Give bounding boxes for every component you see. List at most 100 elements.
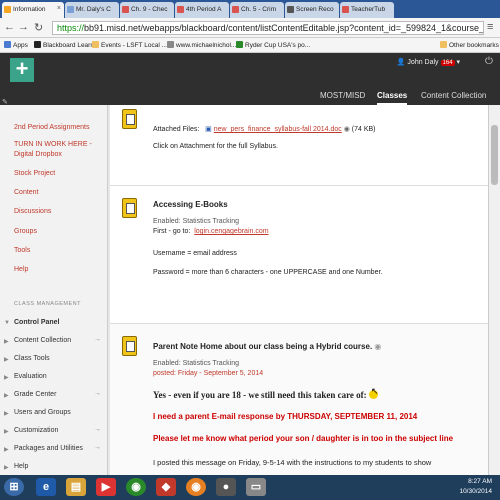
mouse-cursor-icon: ↖ (371, 386, 379, 396)
window-icon[interactable]: ▭ (246, 478, 266, 496)
item-description: Click on Attachment for the full Syllabu… (153, 143, 278, 150)
chevron-right-icon: ▶ (4, 465, 9, 471)
bookmark-item[interactable]: Events - LSFT Local ... (92, 41, 167, 49)
user-menu[interactable]: 👤 John Daly 164 ▾ (397, 58, 460, 66)
media-player-icon[interactable]: ▶ (96, 478, 116, 496)
apps-grid-icon (4, 41, 11, 48)
panel-item-users-groups[interactable]: Users and Groups (14, 409, 71, 416)
screen-recorder-icon[interactable]: ● (216, 478, 236, 496)
tab-favicon-icon (232, 6, 239, 13)
browser-tab[interactable]: TeacherTub (340, 2, 394, 18)
notification-badge: 164 (440, 60, 455, 66)
browser-tab[interactable]: 4th Period A (175, 2, 229, 18)
cengage-link[interactable]: login.cengagebrain.com (194, 228, 268, 235)
item-meta: Enabled: Statistics Tracking (153, 360, 239, 367)
reload-icon[interactable]: ↻ (34, 21, 43, 34)
tab-favicon-icon (122, 6, 129, 13)
attached-files-row: Attached Files: ▣ new_pers_finance_sylla… (153, 125, 376, 133)
item-title[interactable]: Parent Note Home about our class being a… (153, 342, 372, 351)
add-icon[interactable]: + (10, 58, 34, 82)
clock-time: 8:27 AM (468, 478, 492, 485)
forward-arrow-icon[interactable]: → (18, 21, 29, 33)
tab-favicon-icon (177, 6, 184, 13)
tab-label: Screen Reco (296, 6, 334, 13)
section-heading: CLASS MANAGEMENT (14, 301, 81, 307)
file-link[interactable]: new_pers_finance_syllabus-fall 2014.doc (214, 126, 342, 133)
panel-item-content-collection[interactable]: Content Collection (14, 337, 71, 344)
url-input[interactable]: https://bb91.misd.net/webapps/blackboard… (52, 21, 484, 35)
tab-label: 4th Period A (186, 6, 222, 13)
sidebar-item-dropbox[interactable]: Digital Dropbox (14, 151, 62, 158)
chevron-right-icon: ▶ (4, 375, 9, 381)
browser-tab[interactable]: Information × (2, 2, 64, 18)
tab-classes[interactable]: Classes (377, 91, 408, 105)
sidebar-item-assignments[interactable]: 2nd Period Assignments (14, 124, 90, 131)
options-icon[interactable]: ◉ (344, 126, 350, 133)
close-icon[interactable]: × (57, 5, 61, 12)
chevron-right-icon: ▶ (4, 429, 9, 435)
sidebar-item-stock-project[interactable]: Stock Project (14, 170, 55, 177)
sidebar-item-help[interactable]: Help (14, 266, 28, 273)
blackboard-icon (34, 41, 41, 48)
bookmark-item[interactable]: Ryder Cup USA's po... (236, 41, 310, 49)
notice-text: Yes - even if you are 18 - we still need… (153, 390, 367, 400)
item-title[interactable]: Accessing E-Books (153, 200, 228, 209)
sidebar-item-groups[interactable]: Groups (14, 228, 37, 235)
tab-label: Ch. 9 - Chec (131, 6, 168, 13)
bookmark-apps[interactable]: Apps (4, 41, 28, 49)
vertical-scrollbar[interactable] (488, 105, 500, 475)
chevron-right-icon: ▶ (4, 357, 9, 363)
content-item-parent-note: Parent Note Home about our class being a… (110, 323, 488, 475)
first-goto-row: First - go to: login.cengagebrain.com (153, 228, 269, 235)
panel-item-customization[interactable]: Customization (14, 427, 58, 434)
course-sidebar (0, 105, 108, 475)
panel-item-evaluation[interactable]: Evaluation (14, 373, 47, 380)
browser-tab[interactable]: Ch. 9 - Chec (120, 2, 174, 18)
browser-tab[interactable]: Mr. Daly's C (65, 2, 119, 18)
ryder-cup-icon (236, 41, 243, 48)
sidebar-item-tools[interactable]: Tools (14, 247, 30, 254)
attached-label: Attached Files: (153, 126, 200, 133)
panel-item-grade-center[interactable]: Grade Center (14, 391, 56, 398)
bookmark-item[interactable]: www.michaelnichol... (167, 41, 236, 49)
item-title-row: Parent Note Home about our class being a… (153, 342, 381, 351)
control-panel-heading[interactable]: Control Panel (14, 319, 60, 326)
back-arrow-icon[interactable]: ← (4, 21, 15, 33)
chevron-right-icon: ▶ (4, 411, 9, 417)
notice-line: Yes - even if you are 18 - we still need… (153, 390, 378, 400)
internet-explorer-icon[interactable]: e (36, 478, 56, 496)
browser-tab[interactable]: Screen Reco (285, 2, 339, 18)
first-goto-label: First - go to: (153, 228, 191, 235)
password-note: Password = more than 6 characters - one … (153, 269, 383, 276)
system-clock[interactable]: 8:27 AM 10/30/2014 (459, 477, 492, 497)
app-icon[interactable]: ◆ (156, 478, 176, 496)
power-icon[interactable]: ⏻ (485, 56, 493, 67)
options-icon[interactable]: ◉ (374, 342, 381, 351)
sidebar-item-content[interactable]: Content (14, 189, 39, 196)
bookmark-item[interactable]: Blackboard Learn (34, 41, 94, 49)
document-icon (122, 109, 137, 129)
menu-icon[interactable]: ≡ (487, 21, 493, 33)
scrollbar-thumb[interactable] (491, 125, 498, 185)
tab-most-misd[interactable]: MOST/MISD (320, 91, 365, 100)
sidebar-item-discussions[interactable]: Discussions (14, 208, 51, 215)
other-bookmarks[interactable]: Other bookmarks (440, 41, 499, 49)
panel-item-class-tools[interactable]: Class Tools (14, 355, 50, 362)
arrow-right-icon: → (94, 426, 101, 433)
start-button-icon[interactable]: ⊞ (4, 478, 24, 496)
tab-content-collection[interactable]: Content Collection (421, 91, 486, 100)
folder-icon (440, 41, 447, 48)
url-path: bb91.misd.net/webapps/blackboard/content… (84, 23, 484, 33)
panel-item-help[interactable]: Help (14, 463, 28, 470)
bookmark-label: Blackboard Learn (43, 42, 94, 49)
page-icon (167, 41, 174, 48)
arrow-right-icon: → (94, 444, 101, 451)
firefox-icon[interactable]: ◉ (186, 478, 206, 496)
file-explorer-icon[interactable]: ▤ (66, 478, 86, 496)
sidebar-item-turn-in[interactable]: TURN IN WORK HERE - (14, 141, 92, 148)
browser-tab[interactable]: Ch. 5 - Crim (230, 2, 284, 18)
chrome-icon[interactable]: ◉ (126, 478, 146, 496)
panel-item-packages[interactable]: Packages and Utilities (14, 445, 83, 452)
tab-favicon-icon (342, 6, 349, 13)
chevron-down-icon: ▼ (4, 320, 10, 326)
